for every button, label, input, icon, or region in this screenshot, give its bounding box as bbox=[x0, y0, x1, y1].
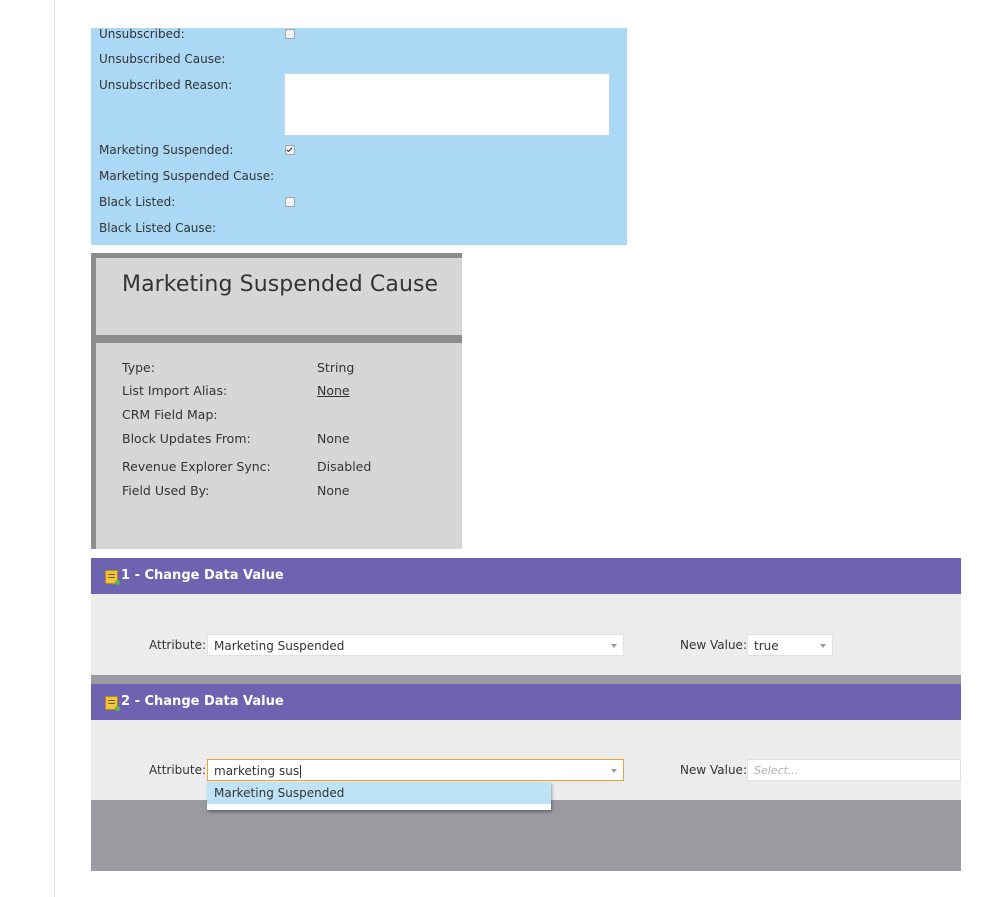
new-value-placeholder: Select... bbox=[754, 764, 799, 777]
list-import-alias-link[interactable]: None bbox=[317, 382, 350, 400]
lead-status-panel: Unsubscribed: Unsubscribed Cause: Unsubs… bbox=[91, 27, 627, 245]
block-updates-from-label: Block Updates From: bbox=[122, 431, 251, 446]
revenue-explorer-sync-value: Disabled bbox=[317, 459, 372, 474]
marketing-suspended-cause-label: Marketing Suspended Cause: bbox=[99, 169, 275, 183]
new-value-label: New Value: bbox=[680, 763, 747, 777]
type-label: Type: bbox=[122, 360, 155, 375]
flow-step-1-body: Attribute: Marketing Suspended New Value… bbox=[91, 594, 961, 675]
type-value: String bbox=[317, 360, 355, 375]
flow-step-icon bbox=[105, 570, 120, 585]
field-title: Marketing Suspended Cause bbox=[122, 272, 439, 297]
attribute-label: Attribute: bbox=[149, 763, 207, 777]
suggestion-marketing-suspended[interactable]: Marketing Suspended bbox=[207, 782, 551, 804]
marketing-suspended-checkbox[interactable] bbox=[285, 145, 295, 155]
unsubscribed-checkbox[interactable] bbox=[285, 29, 295, 39]
new-value-select[interactable]: true bbox=[747, 634, 833, 656]
attribute-combobox[interactable]: marketing sus bbox=[207, 759, 624, 781]
new-value-label: New Value: bbox=[680, 638, 747, 652]
flow-step-2-header[interactable]: 2 - Change Data Value bbox=[91, 684, 961, 720]
new-value-select[interactable]: Select... bbox=[747, 759, 961, 781]
card-frame-left bbox=[91, 253, 96, 549]
black-listed-checkbox[interactable] bbox=[285, 197, 295, 207]
attribute-select-value: Marketing Suspended bbox=[214, 639, 345, 653]
page-divider bbox=[54, 0, 55, 897]
attribute-select[interactable]: Marketing Suspended bbox=[207, 634, 624, 656]
field-detail-card: Marketing Suspended Cause Type: String L… bbox=[91, 253, 462, 549]
unsubscribed-reason-textarea[interactable] bbox=[284, 73, 610, 136]
attribute-label: Attribute: bbox=[149, 638, 207, 652]
list-import-alias-label: List Import Alias: bbox=[122, 383, 228, 398]
chevron-down-icon bbox=[611, 769, 617, 773]
text-cursor bbox=[300, 765, 302, 778]
card-divider bbox=[91, 335, 462, 343]
black-listed-label: Black Listed: bbox=[99, 195, 176, 209]
unsubscribed-reason-label: Unsubscribed Reason: bbox=[99, 78, 233, 92]
chevron-down-icon bbox=[820, 644, 826, 648]
unsubscribed-cause-label: Unsubscribed Cause: bbox=[99, 52, 226, 66]
black-listed-cause-label: Black Listed Cause: bbox=[99, 221, 217, 235]
crm-field-map-label: CRM Field Map: bbox=[122, 407, 218, 422]
flow-step-icon bbox=[105, 696, 120, 711]
flow-step-2-title: 2 - Change Data Value bbox=[121, 694, 284, 709]
card-frame-top bbox=[91, 253, 462, 258]
field-used-by-value: None bbox=[317, 483, 350, 498]
revenue-explorer-sync-label: Revenue Explorer Sync: bbox=[122, 459, 271, 474]
block-updates-from-value: None bbox=[317, 431, 350, 446]
attribute-search-input[interactable]: marketing sus bbox=[214, 764, 299, 778]
marketing-suspended-label: Marketing Suspended: bbox=[99, 143, 234, 157]
flow-step-1-header[interactable]: 1 - Change Data Value bbox=[91, 558, 961, 594]
flow-steps-area: 1 - Change Data Value Attribute: Marketi… bbox=[91, 558, 961, 871]
new-value-select-value: true bbox=[754, 639, 779, 653]
attribute-suggestions-dropdown: Marketing Suspended bbox=[207, 782, 551, 810]
field-used-by-label: Field Used By: bbox=[122, 483, 210, 498]
flow-step-1-title: 1 - Change Data Value bbox=[121, 568, 284, 583]
unsubscribed-label: Unsubscribed: bbox=[99, 27, 185, 41]
chevron-down-icon bbox=[611, 644, 617, 648]
